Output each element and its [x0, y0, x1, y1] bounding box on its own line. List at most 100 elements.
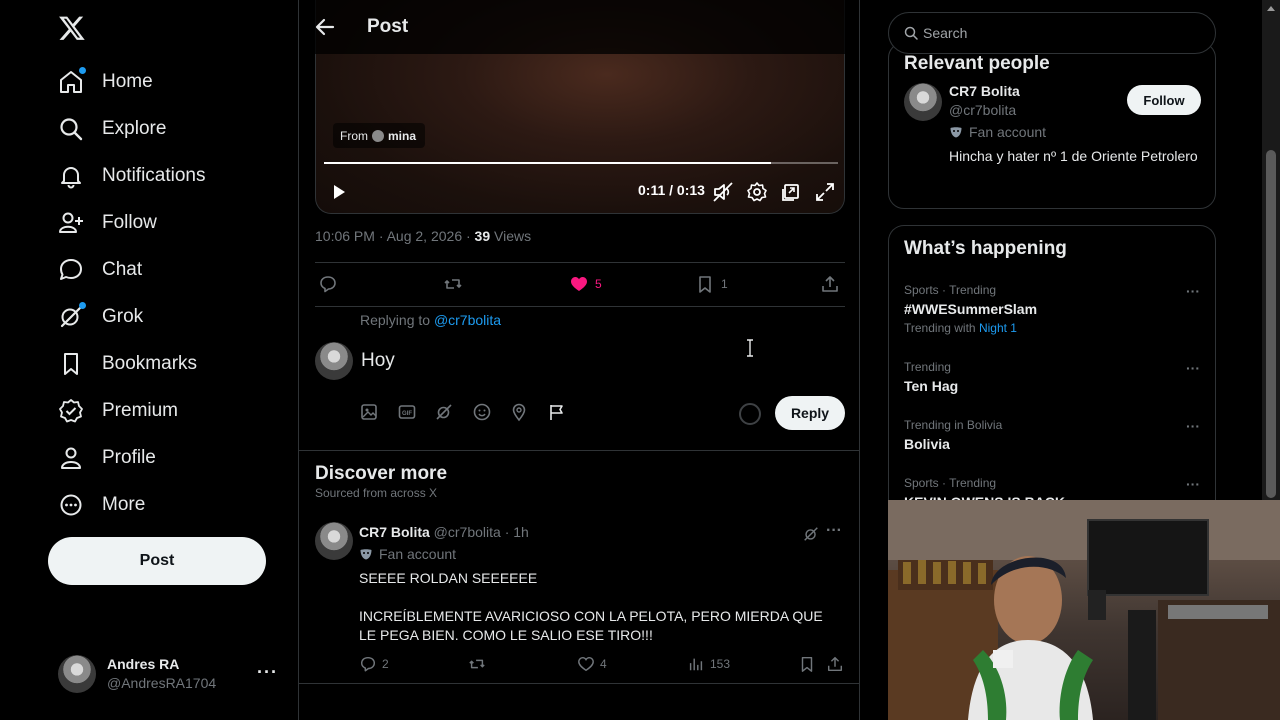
repost-icon — [469, 659, 485, 669]
more-dots-icon[interactable]: ··· — [1186, 360, 1200, 376]
search-icon — [904, 26, 918, 40]
trend-context: Sports · Trending — [904, 476, 997, 490]
more-dots-icon[interactable]: ··· — [1186, 476, 1200, 492]
bookmark-action[interactable] — [798, 655, 816, 673]
video-source-pill[interactable]: From mina — [333, 123, 426, 148]
search-input[interactable] — [923, 25, 1183, 41]
discover-tweet[interactable]: CR7 Bolita @cr7bolita · 1h Fan account S… — [315, 520, 845, 684]
reply-button[interactable]: Reply — [775, 396, 845, 430]
repost-action[interactable] — [468, 655, 486, 673]
person-add-icon — [56, 208, 86, 238]
emoji-icon[interactable] — [472, 402, 492, 422]
nav-label: Grok — [102, 305, 144, 327]
nav-item-premium[interactable]: Premium — [56, 387, 206, 434]
grok-icon[interactable] — [434, 402, 454, 422]
from-label: From — [340, 128, 368, 143]
nav-item-home[interactable]: Home — [56, 58, 206, 105]
scrollbar[interactable] — [1262, 0, 1280, 500]
post-meta: 10:06 PM · Aug 2, 2026 · 39 Views — [315, 228, 531, 244]
nav-label: Profile — [102, 446, 156, 468]
nav-item-notifications[interactable]: Notifications — [56, 152, 206, 199]
scrollbar-thumb[interactable] — [1266, 150, 1276, 498]
from-user: mina — [388, 128, 417, 143]
nav-item-explore[interactable]: Explore — [56, 105, 206, 152]
search-icon — [56, 114, 86, 144]
avatar[interactable] — [904, 83, 942, 121]
replying-to-handle[interactable]: @cr7bolita — [434, 312, 501, 328]
account-switcher[interactable]: Andres RA @AndresRA1704 ··· — [58, 652, 288, 696]
settings-gear-icon[interactable] — [745, 180, 769, 204]
reply-input[interactable] — [361, 346, 841, 376]
share-icon — [827, 656, 843, 672]
grok-icon — [56, 301, 86, 332]
like-action[interactable]: 4 — [577, 655, 607, 673]
nav-item-bookmarks[interactable]: Bookmarks — [56, 340, 206, 387]
video-progress-bar[interactable] — [324, 162, 838, 164]
tweet-author-name[interactable]: CR7 Bolita — [359, 524, 430, 540]
reply-action[interactable] — [318, 274, 338, 294]
left-sidebar: Home Explore Notifications Follow Chat G… — [0, 0, 298, 720]
nav-label: More — [102, 493, 146, 515]
nav-item-chat[interactable]: Chat — [56, 246, 206, 293]
svg-text:GIF: GIF — [402, 411, 412, 417]
back-arrow-icon[interactable] — [313, 15, 337, 39]
views-label: Views — [490, 228, 532, 244]
views-action[interactable]: 153 — [687, 655, 730, 673]
replying-to-label: Replying to — [360, 312, 434, 328]
more-dots-icon[interactable]: ··· — [1186, 283, 1200, 299]
trend-with-link[interactable]: Night 1 — [979, 321, 1017, 335]
video-time: 0:11 / 0:13 — [638, 182, 705, 198]
nav-item-grok[interactable]: Grok — [56, 293, 206, 340]
avatar[interactable] — [315, 522, 353, 560]
avatar — [58, 655, 96, 693]
notification-dot — [79, 66, 86, 74]
reply-action[interactable]: 2 — [359, 655, 389, 673]
nav-label: Chat — [102, 258, 143, 280]
repost-icon — [444, 279, 462, 289]
trend-with-label: Trending with — [904, 321, 979, 335]
post-actions: 5 1 — [315, 262, 845, 306]
nav-item-profile[interactable]: Profile — [56, 434, 206, 481]
account-name: Andres RA — [107, 656, 180, 672]
more-dots-icon[interactable]: ··· — [826, 522, 842, 540]
nav-item-more[interactable]: More — [56, 481, 206, 528]
reply-icon — [360, 656, 376, 672]
picture-in-picture-icon[interactable] — [779, 180, 803, 204]
trend-context: Sports · Trending — [904, 283, 997, 297]
relevant-people-card: Relevant people CR7 Bolita @cr7bolita Fa… — [888, 42, 1216, 209]
media-icon[interactable] — [359, 402, 379, 422]
trend-item[interactable]: Sports · Trending #WWESummerSlam Trendin… — [904, 283, 1202, 335]
nav-item-follow[interactable]: Follow — [56, 199, 206, 246]
heart-filled-icon — [571, 277, 587, 291]
x-logo-icon[interactable] — [58, 14, 86, 42]
post-button[interactable]: Post — [48, 537, 266, 585]
location-icon[interactable] — [509, 402, 529, 422]
tweet-author-meta: @cr7bolita · 1h — [429, 524, 529, 540]
grok-icon[interactable] — [802, 525, 820, 543]
trend-item[interactable]: Trending Ten Hag ··· — [904, 360, 1202, 410]
tweet-text: SEEEE ROLDAN SEEEEEE INCREÍBLEMENTE AVAR… — [359, 570, 823, 643]
share-action[interactable] — [826, 655, 844, 673]
more-dots-icon[interactable]: ··· — [1186, 418, 1200, 434]
mute-icon[interactable] — [711, 180, 735, 204]
search-bar[interactable] — [888, 12, 1216, 54]
chat-bubble-icon — [56, 255, 86, 285]
person-name[interactable]: CR7 Bolita — [949, 83, 1020, 99]
like-action[interactable]: 5 — [569, 274, 602, 294]
tweet-header: CR7 Bolita @cr7bolita · 1h — [359, 524, 529, 540]
repost-action[interactable] — [443, 274, 463, 294]
divider — [299, 683, 859, 684]
bookmark-action[interactable]: 1 — [695, 274, 728, 294]
more-dots-icon: ··· — [257, 662, 278, 682]
reply-icon — [320, 276, 336, 293]
follow-button[interactable]: Follow — [1127, 85, 1201, 115]
play-icon[interactable] — [326, 180, 350, 204]
flag-icon[interactable] — [547, 402, 567, 422]
scroll-up-arrow-icon[interactable] — [1267, 6, 1275, 11]
gif-icon[interactable]: GIF — [397, 402, 417, 422]
reply-count: 2 — [382, 657, 389, 671]
share-action[interactable] — [820, 274, 840, 294]
fullscreen-icon[interactable] — [813, 180, 837, 204]
avatar — [372, 129, 384, 142]
trend-item[interactable]: Trending in Bolivia Bolivia ··· — [904, 418, 1202, 468]
